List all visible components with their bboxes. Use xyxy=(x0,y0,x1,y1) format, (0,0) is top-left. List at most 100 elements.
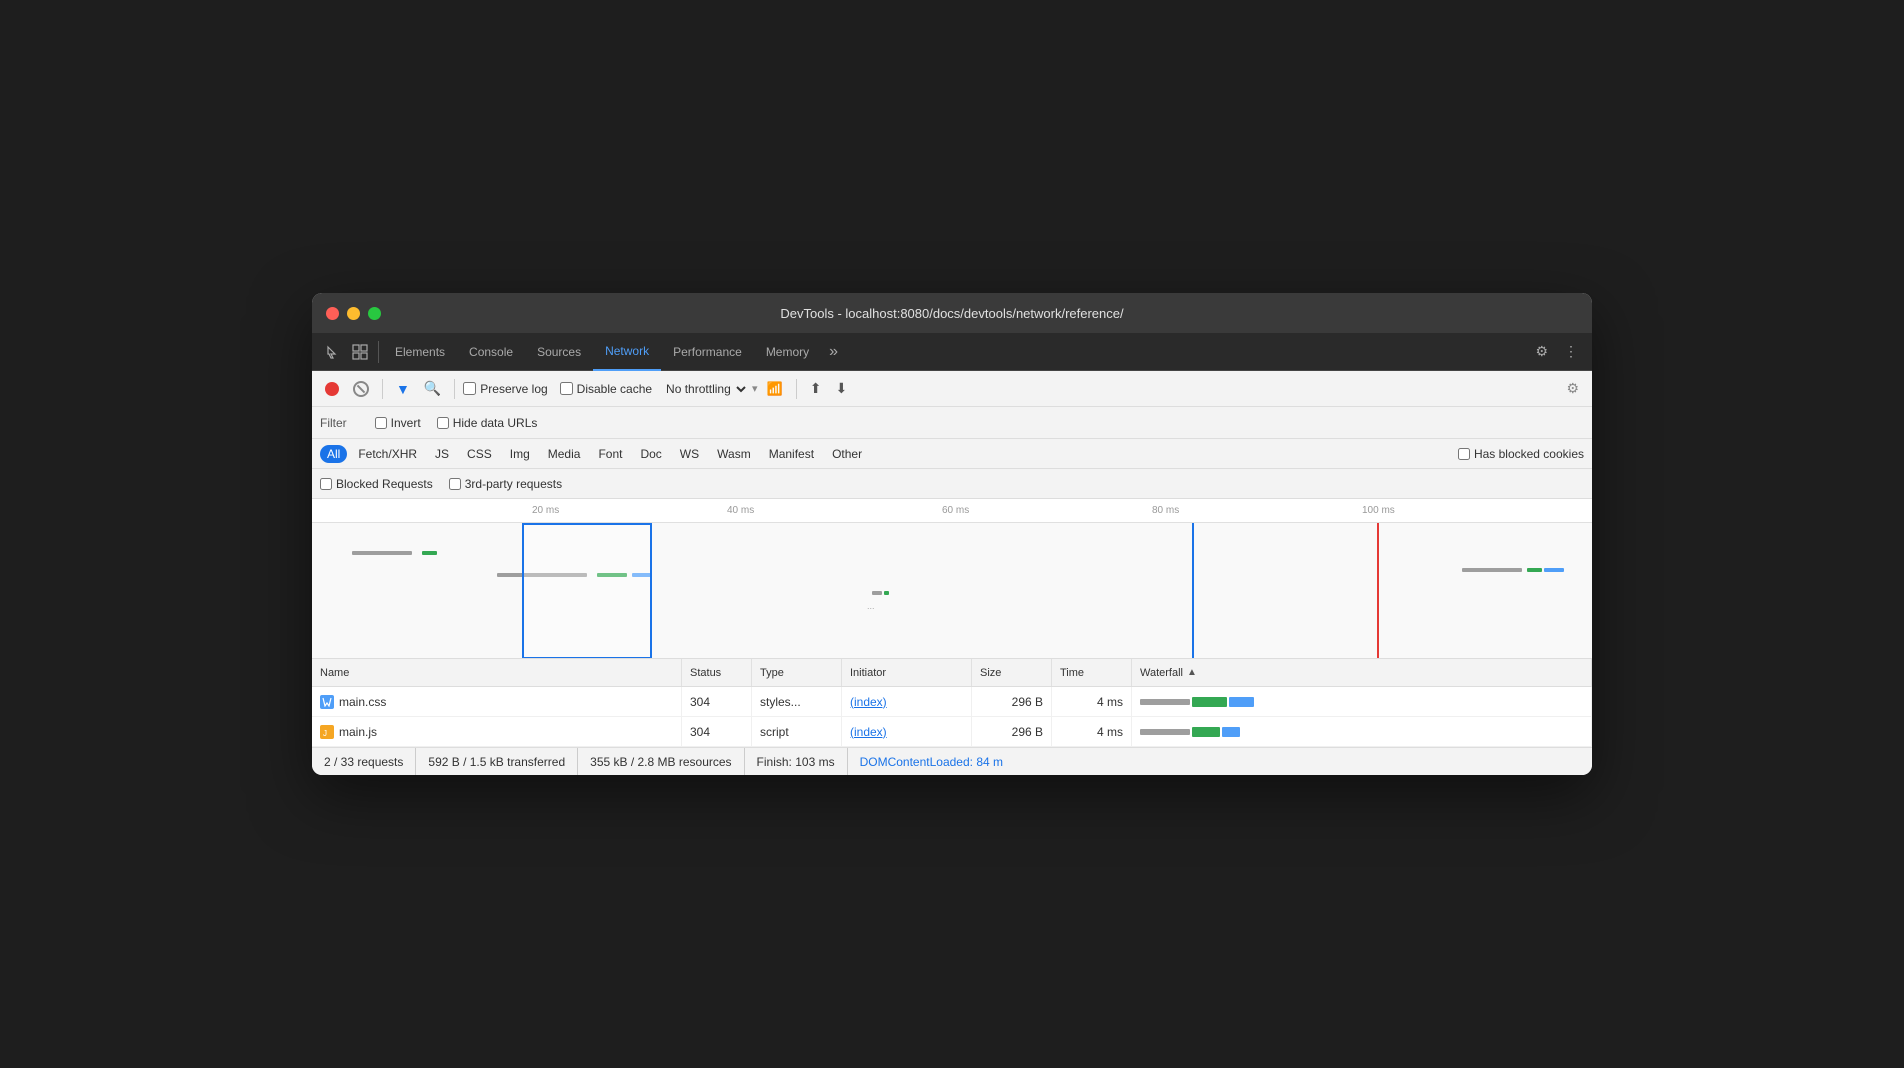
sort-asc-icon: ▲ xyxy=(1187,667,1197,678)
css-file-icon xyxy=(320,695,334,709)
tab-elements[interactable]: Elements xyxy=(383,333,457,371)
td-waterfall-js xyxy=(1132,717,1592,746)
type-btn-css[interactable]: CSS xyxy=(460,445,499,463)
tab-console[interactable]: Console xyxy=(457,333,525,371)
wf-bar-4b xyxy=(1527,568,1542,572)
network-settings-button[interactable]: ⚙ xyxy=(1561,376,1584,401)
td-time-js: 4 ms xyxy=(1052,717,1132,746)
blocked-requests-checkbox[interactable] xyxy=(320,478,332,490)
tick-80ms: 80 ms xyxy=(1152,505,1179,516)
waterfall-overview[interactable]: 20 ms 40 ms 60 ms 80 ms 100 ms . xyxy=(312,499,1592,659)
invert-checkbox[interactable] xyxy=(375,417,387,429)
filter-button[interactable]: ▼ xyxy=(391,377,415,401)
more-options-icon[interactable]: ⋮ xyxy=(1558,339,1584,364)
blocked-requests-label[interactable]: Blocked Requests xyxy=(320,477,433,491)
toolbar-right: ⚙ xyxy=(1561,376,1584,401)
third-party-checkbox[interactable] xyxy=(449,478,461,490)
type-btn-manifest[interactable]: Manifest xyxy=(762,445,821,463)
more-tabs-button[interactable]: » xyxy=(821,343,846,361)
tab-right-actions: ⚙ ⋮ xyxy=(1529,339,1584,364)
clear-button[interactable] xyxy=(348,377,374,401)
network-toolbar: ▼ 🔍 Preserve log Disable cache No thrott… xyxy=(312,371,1592,407)
third-party-label[interactable]: 3rd-party requests xyxy=(449,477,562,491)
td-type-js: script xyxy=(752,717,842,746)
waterfall-chart: ... xyxy=(312,523,1592,659)
wf-bar-4a xyxy=(1462,568,1522,572)
tab-network[interactable]: Network xyxy=(593,333,661,371)
table-row[interactable]: main.css 304 styles... (index) 296 B 4 m… xyxy=(312,687,1592,717)
has-blocked-cookies-label[interactable]: Has blocked cookies xyxy=(1458,447,1584,461)
th-waterfall[interactable]: Waterfall ▲ xyxy=(1132,659,1592,686)
tab-sources[interactable]: Sources xyxy=(525,333,593,371)
network-table: Name Status Type Initiator Size Time Wat… xyxy=(312,659,1592,747)
wf-gray-js xyxy=(1140,729,1190,735)
toolbar-sep-2 xyxy=(454,379,455,399)
settings-icon[interactable]: ⚙ xyxy=(1529,339,1554,364)
table-header: Name Status Type Initiator Size Time Wat… xyxy=(312,659,1592,687)
type-btn-img[interactable]: Img xyxy=(503,445,537,463)
close-button[interactable] xyxy=(326,307,339,320)
waterfall-selected-region[interactable] xyxy=(522,523,652,659)
type-filter-row: All Fetch/XHR JS CSS Img Media Font Doc … xyxy=(312,439,1592,469)
initiator-link-css[interactable]: (index) xyxy=(850,695,887,709)
td-initiator-css: (index) xyxy=(842,687,972,716)
tab-performance[interactable]: Performance xyxy=(661,333,754,371)
network-settings-icon: ⚙ xyxy=(1566,380,1579,397)
minimize-button[interactable] xyxy=(347,307,360,320)
tab-separator xyxy=(378,341,379,363)
type-btn-font[interactable]: Font xyxy=(591,445,629,463)
td-size-css: 296 B xyxy=(972,687,1052,716)
type-btn-wasm[interactable]: Wasm xyxy=(710,445,758,463)
throttle-control: No throttling ▾ xyxy=(660,381,758,397)
disable-cache-label[interactable]: Disable cache xyxy=(560,382,652,396)
type-btn-all[interactable]: All xyxy=(320,445,347,463)
initiator-link-js[interactable]: (index) xyxy=(850,725,887,739)
record-icon xyxy=(325,382,339,396)
statusbar-resources: 355 kB / 2.8 MB resources xyxy=(578,748,744,775)
type-btn-other[interactable]: Other xyxy=(825,445,869,463)
type-btn-media[interactable]: Media xyxy=(541,445,588,463)
th-name[interactable]: Name xyxy=(312,659,682,686)
inspect-icon[interactable] xyxy=(346,340,374,364)
wifi-button[interactable]: 📶 xyxy=(762,377,788,401)
wf-bar-3a xyxy=(872,591,882,595)
filter-icon: ▼ xyxy=(396,381,410,397)
hide-data-urls-label[interactable]: Hide data URLs xyxy=(437,416,538,430)
throttle-select[interactable]: No throttling xyxy=(660,381,749,397)
type-btn-doc[interactable]: Doc xyxy=(633,445,668,463)
wf-bar-1a xyxy=(352,551,412,555)
wf-label-60ms: ... xyxy=(867,601,875,611)
wf-bar-3b xyxy=(884,591,889,595)
disable-cache-checkbox[interactable] xyxy=(560,382,573,395)
tick-60ms: 60 ms xyxy=(942,505,969,516)
cursor-icon[interactable] xyxy=(320,341,346,363)
th-time[interactable]: Time xyxy=(1052,659,1132,686)
import-button[interactable]: ⬆ xyxy=(805,376,827,401)
type-btn-ws[interactable]: WS xyxy=(673,445,706,463)
td-type-css: styles... xyxy=(752,687,842,716)
js-file-icon: J xyxy=(320,725,334,739)
type-btn-fetch[interactable]: Fetch/XHR xyxy=(351,445,424,463)
th-type[interactable]: Type xyxy=(752,659,842,686)
th-status[interactable]: Status xyxy=(682,659,752,686)
tab-memory[interactable]: Memory xyxy=(754,333,821,371)
th-initiator[interactable]: Initiator xyxy=(842,659,972,686)
preserve-log-checkbox[interactable] xyxy=(463,382,476,395)
download-icon: ⬇ xyxy=(836,380,848,397)
statusbar-domloaded: DOMContentLoaded: 84 m xyxy=(848,755,1015,769)
preserve-log-label[interactable]: Preserve log xyxy=(463,382,547,396)
maximize-button[interactable] xyxy=(368,307,381,320)
invert-label[interactable]: Invert xyxy=(375,416,421,430)
tick-40ms: 40 ms xyxy=(727,505,754,516)
hide-data-urls-checkbox[interactable] xyxy=(437,417,449,429)
window-title: DevTools - localhost:8080/docs/devtools/… xyxy=(780,306,1123,321)
has-blocked-cookies-checkbox[interactable] xyxy=(1458,448,1470,460)
record-button[interactable] xyxy=(320,378,344,400)
search-button[interactable]: 🔍 xyxy=(419,376,446,401)
export-button[interactable]: ⬇ xyxy=(831,376,853,401)
th-size[interactable]: Size xyxy=(972,659,1052,686)
type-btn-js[interactable]: JS xyxy=(428,445,456,463)
td-initiator-js: (index) xyxy=(842,717,972,746)
svg-text:J: J xyxy=(323,729,327,737)
table-row[interactable]: J main.js 304 script (index) 296 B 4 ms xyxy=(312,717,1592,747)
